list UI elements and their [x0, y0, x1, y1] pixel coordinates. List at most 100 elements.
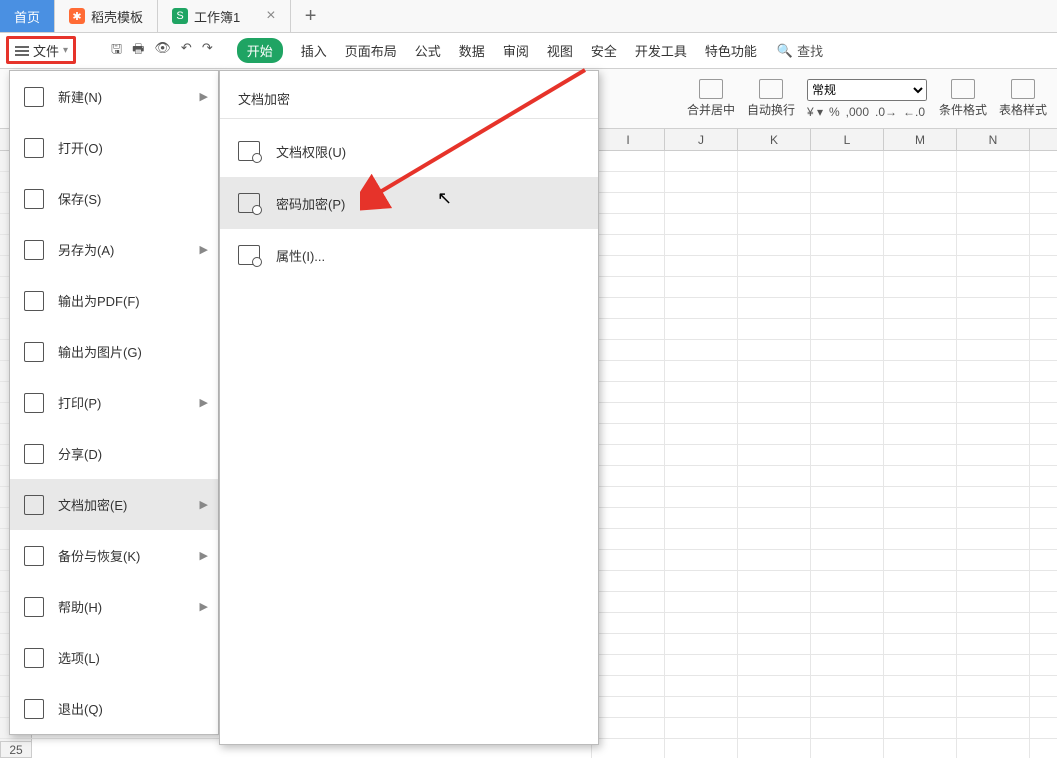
cell[interactable] [811, 445, 884, 465]
cell[interactable] [665, 340, 738, 360]
cell[interactable] [592, 424, 665, 444]
cell[interactable] [811, 718, 884, 738]
cell[interactable] [592, 151, 665, 171]
cell[interactable] [665, 382, 738, 402]
cell[interactable] [811, 634, 884, 654]
tab-review[interactable]: 审阅 [503, 41, 529, 60]
cell[interactable] [665, 718, 738, 738]
tab-home[interactable]: 首页 [0, 0, 55, 32]
cell[interactable] [957, 277, 1030, 297]
col-J[interactable]: J [665, 129, 738, 150]
cell[interactable] [957, 235, 1030, 255]
cell[interactable] [957, 655, 1030, 675]
cell[interactable] [665, 739, 738, 758]
cell[interactable] [884, 445, 957, 465]
cell[interactable] [957, 592, 1030, 612]
search-button[interactable]: 🔍 查找 [777, 41, 823, 60]
cell[interactable] [884, 151, 957, 171]
cell[interactable] [592, 529, 665, 549]
cell[interactable] [884, 424, 957, 444]
cell[interactable] [592, 361, 665, 381]
cell[interactable] [738, 277, 811, 297]
cell[interactable] [957, 424, 1030, 444]
tab-security[interactable]: 安全 [591, 41, 617, 60]
add-tab-button[interactable]: + [291, 0, 331, 32]
cell[interactable] [592, 382, 665, 402]
tab-dev[interactable]: 开发工具 [635, 41, 687, 60]
file-menu-item[interactable]: 文档加密(E)▶ [10, 479, 218, 530]
cell[interactable] [884, 613, 957, 633]
cell[interactable] [592, 172, 665, 192]
cell[interactable] [738, 235, 811, 255]
cell[interactable] [811, 214, 884, 234]
cell[interactable] [665, 319, 738, 339]
cell[interactable] [738, 382, 811, 402]
cell[interactable] [957, 319, 1030, 339]
redo-icon[interactable]: ↷ [202, 40, 213, 62]
cell[interactable] [957, 298, 1030, 318]
col-K[interactable]: K [738, 129, 811, 150]
cell[interactable] [884, 718, 957, 738]
cell[interactable] [957, 739, 1030, 758]
tab-workbook[interactable]: S 工作簿1 × [158, 0, 291, 32]
cell[interactable] [665, 571, 738, 591]
cell[interactable] [738, 529, 811, 549]
cell[interactable] [957, 613, 1030, 633]
cell[interactable] [957, 445, 1030, 465]
file-menu-item[interactable]: 输出为PDF(F) [10, 275, 218, 326]
cell[interactable] [884, 298, 957, 318]
wrap-text-button[interactable]: 自动换行 [747, 79, 795, 118]
cell[interactable] [738, 592, 811, 612]
cell[interactable] [957, 361, 1030, 381]
cell[interactable] [738, 298, 811, 318]
cell[interactable] [884, 403, 957, 423]
cell[interactable] [811, 319, 884, 339]
cell[interactable] [811, 382, 884, 402]
cell[interactable] [957, 487, 1030, 507]
cell[interactable] [665, 235, 738, 255]
cell[interactable] [738, 424, 811, 444]
cell[interactable] [738, 403, 811, 423]
cell[interactable] [811, 298, 884, 318]
cell[interactable] [665, 487, 738, 507]
undo-icon[interactable]: ↶ [181, 40, 192, 62]
cell[interactable] [592, 277, 665, 297]
tab-data[interactable]: 数据 [459, 41, 485, 60]
cell[interactable] [738, 172, 811, 192]
cell[interactable] [957, 256, 1030, 276]
cell[interactable] [592, 571, 665, 591]
cell[interactable] [665, 403, 738, 423]
cell[interactable] [592, 256, 665, 276]
cell[interactable] [957, 403, 1030, 423]
cell[interactable] [957, 718, 1030, 738]
submenu-item[interactable]: 密码加密(P) [220, 177, 598, 229]
cell[interactable] [592, 403, 665, 423]
cell[interactable] [665, 550, 738, 570]
cell[interactable] [665, 193, 738, 213]
cell[interactable] [811, 676, 884, 696]
cell[interactable] [957, 214, 1030, 234]
cell[interactable] [884, 739, 957, 758]
cell[interactable] [884, 487, 957, 507]
cell[interactable] [665, 298, 738, 318]
file-menu-item[interactable]: 打开(O) [10, 122, 218, 173]
cell[interactable] [884, 277, 957, 297]
file-button[interactable]: 文件 ▾ [8, 38, 75, 64]
cell[interactable] [811, 424, 884, 444]
file-menu-item[interactable]: 新建(N)▶ [10, 71, 218, 122]
file-menu-item[interactable]: 分享(D) [10, 428, 218, 479]
cell[interactable] [738, 739, 811, 758]
cell[interactable] [738, 151, 811, 171]
close-icon[interactable]: × [266, 7, 275, 25]
cell[interactable] [884, 382, 957, 402]
cell[interactable] [665, 277, 738, 297]
cell[interactable] [811, 550, 884, 570]
row-header-25[interactable]: 25 [0, 741, 32, 758]
cell[interactable] [811, 739, 884, 758]
table-style-button[interactable]: 表格样式 [999, 79, 1047, 118]
cell[interactable] [884, 676, 957, 696]
cell[interactable] [738, 550, 811, 570]
cell[interactable] [884, 550, 957, 570]
cell[interactable] [665, 697, 738, 717]
cell[interactable] [884, 340, 957, 360]
